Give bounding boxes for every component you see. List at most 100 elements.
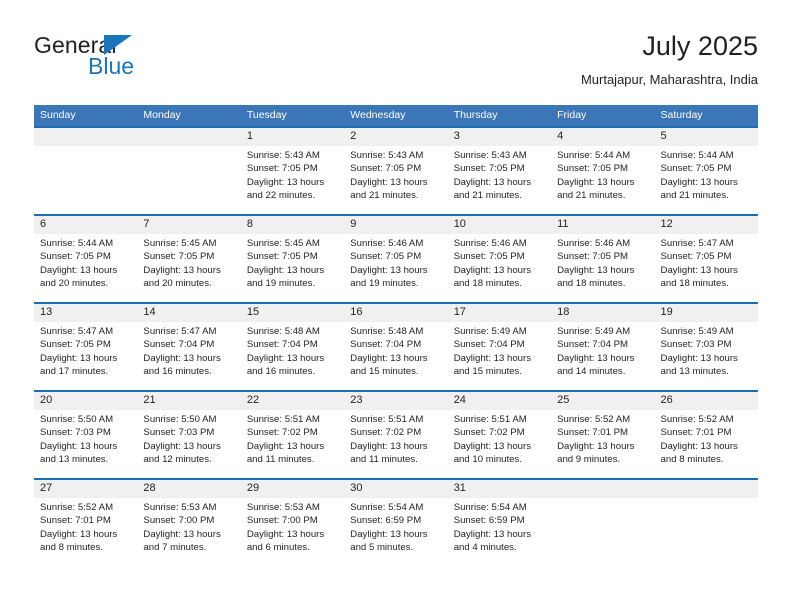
day-number-row: 13 14 15 16 17 18 19 [34,304,758,322]
daylight-text-line1: Daylight: 13 hours [40,264,118,276]
day-cell[interactable]: Sunrise: 5:49 AM Sunset: 7:04 PM Daylight:… [551,322,655,390]
day-number[interactable]: 9 [344,216,448,234]
day-number[interactable]: 7 [137,216,241,234]
day-cell[interactable]: Sunrise: 5:52 AM Sunset: 7:01 PM Daylight:… [654,410,758,478]
sunset-text: Sunset: 7:05 PM [40,339,111,351]
day-number[interactable]: 13 [34,304,138,322]
day-number[interactable]: 27 [34,480,138,498]
general-blue-logo[interactable]: General Blue [34,32,264,92]
day-cell[interactable]: Sunrise: 5:44 AM Sunset: 7:05 PM Daylight:… [654,146,758,214]
day-cell[interactable]: Sunrise: 5:50 AM Sunset: 7:03 PM Daylight:… [34,410,138,478]
sunrise-text: Sunrise: 5:53 AM [143,502,217,513]
day-cell[interactable]: Sunrise: 5:47 AM Sunset: 7:04 PM Daylight:… [137,322,241,390]
day-number[interactable]: 2 [344,128,448,146]
day-number-empty [34,128,138,146]
sunrise-text: Sunrise: 5:44 AM [40,238,114,249]
day-cell[interactable]: Sunrise: 5:48 AM Sunset: 7:04 PM Daylight:… [240,322,345,390]
day-number[interactable]: 12 [654,216,758,234]
day-cell[interactable]: Sunrise: 5:51 AM Sunset: 7:02 PM Daylight:… [344,410,448,478]
day-cell[interactable]: Sunrise: 5:44 AM Sunset: 7:05 PM Daylight:… [551,146,655,214]
sunrise-text: Sunrise: 5:54 AM [350,502,424,513]
day-cell[interactable]: Sunrise: 5:49 AM Sunset: 7:03 PM Daylight:… [654,322,758,390]
day-number[interactable]: 25 [551,392,655,410]
daylight-text-line2: and 17 minutes. [40,365,109,377]
sunset-text: Sunset: 7:01 PM [557,427,629,439]
day-number[interactable]: 23 [344,392,448,410]
day-number[interactable]: 3 [447,128,552,146]
sunrise-text: Sunrise: 5:52 AM [660,414,734,425]
day-cell[interactable]: Sunrise: 5:54 AM Sunset: 6:59 PM Daylight:… [344,498,448,566]
day-cell[interactable]: Sunrise: 5:46 AM Sunset: 7:05 PM Daylight:… [447,234,552,302]
day-number[interactable]: 28 [137,480,241,498]
sunset-text: Sunset: 7:05 PM [350,251,422,263]
day-cell[interactable]: Sunrise: 5:46 AM Sunset: 7:05 PM Daylight:… [344,234,448,302]
daylight-text-line1: Daylight: 13 hours [453,528,532,540]
day-cell[interactable]: Sunrise: 5:45 AM Sunset: 7:05 PM Daylight:… [240,234,345,302]
daylight-text-line1: Daylight: 13 hours [350,528,428,540]
day-number[interactable]: 6 [34,216,138,234]
day-cell[interactable]: Sunrise: 5:51 AM Sunset: 7:02 PM Daylight:… [447,410,552,478]
sunrise-text: Sunrise: 5:44 AM [660,150,734,161]
daylight-text-line2: and 14 minutes. [557,365,626,377]
day-cell[interactable]: Sunrise: 5:52 AM Sunset: 7:01 PM Daylight:… [34,498,138,566]
weekday-header-thursday: Thursday [447,105,552,126]
day-number[interactable]: 17 [447,304,552,322]
sunset-text: Sunset: 7:05 PM [557,251,629,263]
weekday-header-saturday: Saturday [654,105,758,126]
day-cell-empty [551,498,655,566]
sunset-text: Sunset: 7:01 PM [40,515,111,527]
day-cell[interactable]: Sunrise: 5:44 AM Sunset: 7:05 PM Daylight:… [34,234,138,302]
day-number[interactable]: 15 [240,304,345,322]
day-cell[interactable]: Sunrise: 5:47 AM Sunset: 7:05 PM Daylight:… [654,234,758,302]
sunset-text: Sunset: 7:03 PM [40,427,111,439]
day-number[interactable]: 24 [447,392,552,410]
day-number[interactable]: 1 [240,128,345,146]
day-number[interactable]: 16 [344,304,448,322]
day-number[interactable]: 18 [551,304,655,322]
day-cell[interactable]: Sunrise: 5:43 AM Sunset: 7:05 PM Daylight:… [447,146,552,214]
day-cell[interactable]: Sunrise: 5:53 AM Sunset: 7:00 PM Daylight:… [240,498,345,566]
day-number[interactable]: 20 [34,392,138,410]
daylight-text-line2: and 12 minutes. [143,453,212,465]
day-number[interactable]: 22 [240,392,345,410]
day-number[interactable]: 10 [447,216,552,234]
day-number[interactable]: 19 [654,304,758,322]
day-cell[interactable]: Sunrise: 5:51 AM Sunset: 7:02 PM Daylight:… [240,410,345,478]
day-cell[interactable]: Sunrise: 5:43 AM Sunset: 7:05 PM Daylight:… [344,146,448,214]
sunset-text: Sunset: 7:03 PM [660,339,732,351]
sunset-text: Sunset: 7:05 PM [40,251,111,263]
daylight-text-line2: and 16 minutes. [246,365,316,377]
day-number[interactable]: 4 [551,128,655,146]
day-cell[interactable]: Sunrise: 5:52 AM Sunset: 7:01 PM Daylight:… [551,410,655,478]
day-number[interactable]: 26 [654,392,758,410]
sunset-text: Sunset: 7:05 PM [660,251,732,263]
day-cell[interactable]: Sunrise: 5:43 AM Sunset: 7:05 PM Daylight:… [240,146,345,214]
weekday-header-row: Sunday Monday Tuesday Wednesday Thursday… [34,105,758,126]
day-cell[interactable]: Sunrise: 5:48 AM Sunset: 7:04 PM Daylight:… [344,322,448,390]
day-cell[interactable]: Sunrise: 5:47 AM Sunset: 7:05 PM Daylight:… [34,322,138,390]
calendar-grid: Sunday Monday Tuesday Wednesday Thursday… [34,105,758,566]
daylight-text-line2: and 6 minutes. [246,541,310,553]
day-number[interactable]: 14 [137,304,241,322]
day-cell[interactable]: Sunrise: 5:50 AM Sunset: 7:03 PM Daylight:… [137,410,241,478]
day-cell[interactable]: Sunrise: 5:54 AM Sunset: 6:59 PM Daylight:… [447,498,552,566]
sunrise-text: Sunrise: 5:46 AM [557,238,631,249]
day-number[interactable]: 5 [654,128,758,146]
day-number[interactable]: 31 [447,480,552,498]
daylight-text-line1: Daylight: 13 hours [143,440,221,452]
day-number[interactable]: 11 [551,216,655,234]
sunrise-text: Sunrise: 5:43 AM [453,150,527,161]
sunset-text: Sunset: 7:05 PM [143,251,215,263]
day-number[interactable]: 8 [240,216,345,234]
day-number[interactable]: 30 [344,480,448,498]
day-cell[interactable]: Sunrise: 5:49 AM Sunset: 7:04 PM Daylight:… [447,322,552,390]
sunset-text: Sunset: 6:59 PM [453,515,525,527]
sunset-text: Sunset: 7:00 PM [143,515,215,527]
sunrise-text: Sunrise: 5:49 AM [453,326,527,337]
day-cell[interactable]: Sunrise: 5:45 AM Sunset: 7:05 PM Daylight:… [137,234,241,302]
day-number[interactable]: 29 [240,480,345,498]
sunset-text: Sunset: 7:05 PM [557,163,629,175]
day-cell[interactable]: Sunrise: 5:46 AM Sunset: 7:05 PM Daylight:… [551,234,655,302]
day-cell[interactable]: Sunrise: 5:53 AM Sunset: 7:00 PM Daylight:… [137,498,241,566]
day-number[interactable]: 21 [137,392,241,410]
